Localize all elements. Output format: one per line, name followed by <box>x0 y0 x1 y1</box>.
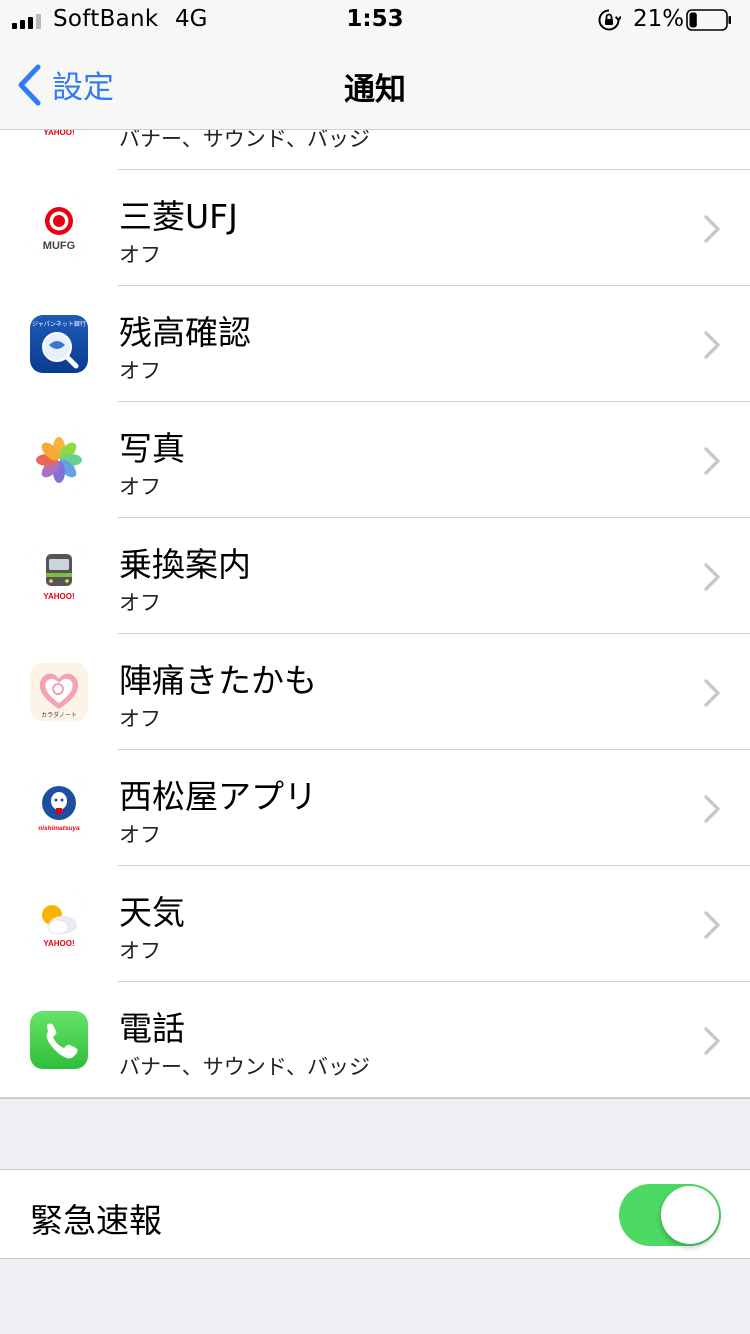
svg-text:YAHOO!: YAHOO! <box>43 592 74 601</box>
nishimatsuya-app-icon: nishimatsuya <box>30 779 88 837</box>
app-row-mufg[interactable]: MUFG 三菱UFJ オフ <box>0 170 750 286</box>
page-title: 通知 <box>344 72 406 108</box>
app-notification-list: YAHOO! バナー、サウンド、バッジ MUFG 三菱UFJ オフ ジャパンネッ… <box>0 54 750 1098</box>
chevron-right-icon <box>704 911 720 939</box>
app-row-status: オフ <box>119 591 161 615</box>
app-row-status: オフ <box>119 939 161 963</box>
app-row-weather[interactable]: YAHOO! 天気 オフ <box>0 866 750 982</box>
app-row-name: 写真 <box>119 429 185 468</box>
train-app-icon: YAHOO! <box>30 547 88 605</box>
app-row-status: バナー、サウンド、バッジ <box>119 1055 370 1079</box>
status-bar: SoftBank 4G 1:53 21% <box>0 0 750 40</box>
svg-text:YAHOO!: YAHOO! <box>43 939 74 948</box>
mufg-app-icon: MUFG <box>30 199 88 257</box>
navigation-bar: 設定 通知 <box>0 40 750 130</box>
app-row-name: 天気 <box>119 893 185 932</box>
app-row-name: 三菱UFJ <box>119 197 238 236</box>
phone-app-icon <box>30 1011 88 1069</box>
app-row-status: オフ <box>119 475 161 499</box>
app-row-name: 乗換案内 <box>119 545 251 584</box>
app-row-status: オフ <box>119 823 161 847</box>
app-row-jintsu[interactable]: カラダノート 陣痛きたかも オフ <box>0 634 750 750</box>
app-row-name: 電話 <box>119 1009 185 1048</box>
chevron-right-icon <box>704 563 720 591</box>
emergency-alerts-label: 緊急速報 <box>30 1201 162 1240</box>
chevron-right-icon <box>704 679 720 707</box>
app-row-zandaka[interactable]: ジャパンネット銀行 残高確認 オフ <box>0 286 750 402</box>
battery-percentage: 21% <box>633 6 685 32</box>
app-row-transit[interactable]: YAHOO! 乗換案内 オフ <box>0 518 750 634</box>
orientation-lock-icon <box>598 9 621 31</box>
toggle-knob[interactable] <box>661 1186 719 1244</box>
chevron-right-icon <box>704 1027 720 1055</box>
svg-text:MUFG: MUFG <box>43 240 75 252</box>
app-row-photos[interactable]: 写真 オフ <box>0 402 750 518</box>
app-row-name: 西松屋アプリ <box>119 777 317 816</box>
app-row-name: 残高確認 <box>119 313 251 352</box>
chevron-right-icon <box>704 331 720 359</box>
app-row-phone[interactable]: 電話 バナー、サウンド、バッジ <box>0 982 750 1098</box>
app-row-status: オフ <box>119 243 161 267</box>
svg-text:ジャパンネット銀行: ジャパンネット銀行 <box>32 320 86 328</box>
zandaka-app-icon: ジャパンネット銀行 <box>30 315 88 373</box>
chevron-right-icon <box>704 795 720 823</box>
svg-text:カラダノート: カラダノート <box>41 711 77 719</box>
emergency-alerts-row: 緊急速報 <box>0 1169 750 1259</box>
section-gap <box>0 1098 750 1169</box>
app-row-status: オフ <box>119 707 161 731</box>
svg-text:nishimatsuya: nishimatsuya <box>38 825 80 832</box>
photos-app-icon <box>30 431 88 489</box>
chevron-right-icon <box>704 447 720 475</box>
app-row-status: オフ <box>119 359 161 383</box>
battery-icon <box>686 9 731 31</box>
weather-app-icon: YAHOO! <box>30 895 88 953</box>
app-row-nishimatsuya[interactable]: nishimatsuya 西松屋アプリ オフ <box>0 750 750 866</box>
jintsu-app-icon: カラダノート <box>30 663 88 721</box>
app-row-name: 陣痛きたかも <box>119 661 317 700</box>
emergency-alerts-toggle[interactable] <box>619 1184 721 1246</box>
chevron-right-icon <box>704 215 720 243</box>
